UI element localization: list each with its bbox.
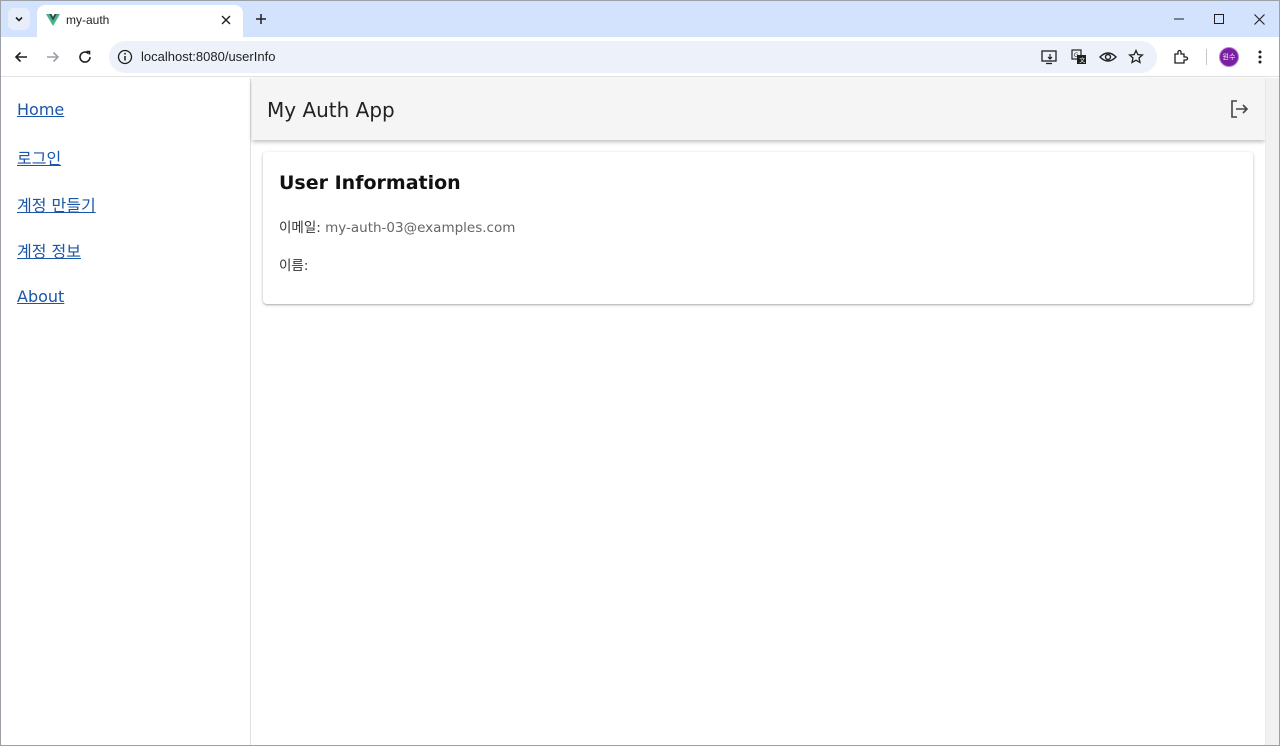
info-icon[interactable] bbox=[117, 49, 133, 65]
logout-icon bbox=[1231, 100, 1249, 118]
install-app-button[interactable] bbox=[1039, 47, 1059, 67]
sidebar-item-home[interactable]: Home bbox=[17, 100, 64, 119]
browser-toolbar: localhost:8080/userInfo G文 원수 bbox=[1, 37, 1279, 77]
card-title: User Information bbox=[279, 172, 461, 194]
close-icon bbox=[221, 15, 231, 25]
email-value: my-auth-03@examples.com bbox=[325, 220, 516, 236]
arrow-left-icon bbox=[14, 51, 27, 63]
user-info-card: User Information 이메일: my-auth-03@example… bbox=[263, 152, 1253, 304]
extensions-button[interactable] bbox=[1169, 45, 1193, 69]
minimize-button[interactable] bbox=[1164, 7, 1194, 31]
vue-logo-icon bbox=[46, 14, 60, 26]
sidebar-nav: Home 로그인 계정 만들기 계정 정보 About bbox=[1, 78, 251, 745]
visibility-button[interactable] bbox=[1098, 47, 1118, 67]
tab-title: my-auth bbox=[66, 13, 110, 27]
maximize-icon bbox=[1214, 14, 1224, 24]
minimize-icon bbox=[1174, 18, 1184, 20]
close-icon bbox=[1253, 13, 1265, 25]
email-label: 이메일: bbox=[279, 220, 321, 236]
app-bar: My Auth App bbox=[252, 78, 1265, 140]
puzzle-icon bbox=[1174, 49, 1189, 64]
app-title: My Auth App bbox=[267, 98, 395, 122]
tab-strip: my-auth bbox=[1, 1, 1279, 37]
browser-tab[interactable]: my-auth bbox=[37, 5, 243, 37]
name-row: 이름: bbox=[279, 254, 308, 274]
svg-text:文: 文 bbox=[1079, 56, 1085, 64]
reload-icon bbox=[79, 50, 91, 63]
kebab-menu-icon bbox=[1258, 50, 1262, 64]
address-bar[interactable]: localhost:8080/userInfo G文 bbox=[109, 41, 1157, 73]
sidebar-item-login[interactable]: 로그인 bbox=[17, 145, 61, 169]
logout-button[interactable] bbox=[1227, 97, 1251, 121]
bookmark-button[interactable] bbox=[1126, 47, 1146, 67]
url-text: localhost:8080/userInfo bbox=[141, 49, 276, 64]
page-content: Home 로그인 계정 만들기 계정 정보 About My Auth App … bbox=[1, 78, 1279, 745]
close-window-button[interactable] bbox=[1244, 7, 1274, 31]
plus-icon bbox=[256, 14, 266, 24]
email-row: 이메일: my-auth-03@examples.com bbox=[279, 216, 515, 236]
translate-icon: G文 bbox=[1071, 49, 1086, 64]
browser-window: my-auth localhost:8080/userInfo G 文 원수 H… bbox=[0, 0, 1280, 746]
main-area: My Auth App User Information 이메일: my-aut… bbox=[252, 78, 1265, 745]
arrow-right-icon bbox=[47, 51, 60, 63]
forward-button[interactable] bbox=[41, 45, 65, 69]
chevron-down-icon bbox=[15, 16, 23, 22]
tab-close-button[interactable] bbox=[217, 11, 235, 29]
sidebar-item-account-info[interactable]: 계정 정보 bbox=[17, 238, 81, 262]
install-icon bbox=[1041, 50, 1057, 65]
svg-text:G: G bbox=[1074, 52, 1079, 59]
new-tab-button[interactable] bbox=[251, 9, 271, 29]
toolbar-divider bbox=[1206, 49, 1207, 65]
name-label: 이름: bbox=[279, 258, 309, 274]
sidebar-item-signup[interactable]: 계정 만들기 bbox=[17, 192, 96, 216]
star-icon bbox=[1128, 49, 1144, 64]
maximize-button[interactable] bbox=[1204, 7, 1234, 31]
back-button[interactable] bbox=[9, 45, 33, 69]
profile-avatar[interactable]: 원수 bbox=[1219, 47, 1239, 67]
translate-button[interactable]: G文 bbox=[1069, 47, 1089, 67]
page-scrollbar[interactable] bbox=[1265, 78, 1279, 745]
sidebar-item-about[interactable]: About bbox=[17, 287, 64, 306]
eye-icon bbox=[1099, 52, 1117, 62]
browser-menu-button[interactable] bbox=[1248, 45, 1272, 69]
reload-button[interactable] bbox=[73, 45, 97, 69]
tab-search-button[interactable] bbox=[8, 8, 30, 30]
